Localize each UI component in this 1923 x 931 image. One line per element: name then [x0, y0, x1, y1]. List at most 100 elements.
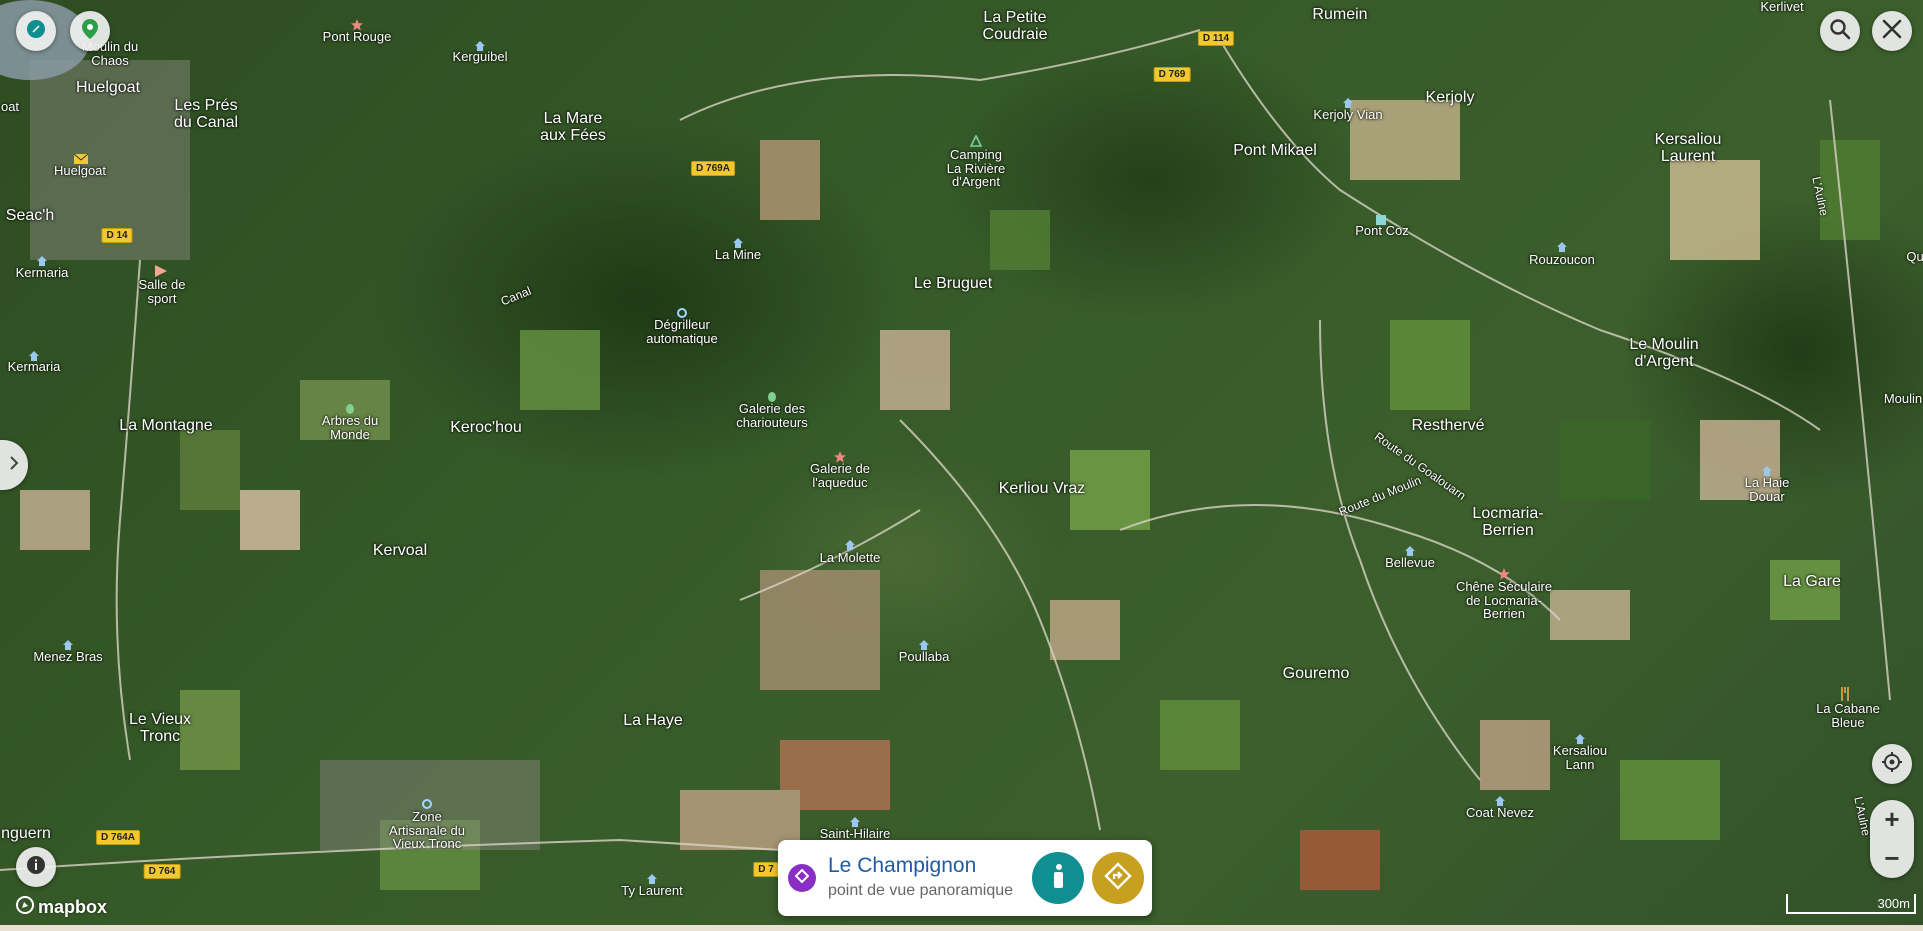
place-label[interactable]: Salle de sport [139, 278, 186, 305]
mapbox-logo[interactable]: mapbox [16, 896, 107, 919]
place-label[interactable]: Huelgoat [76, 79, 140, 97]
location-pin-button[interactable] [70, 11, 110, 51]
place-label[interactable]: Galerie de l'aqueduc [810, 462, 870, 489]
place-label[interactable]: Huelgoat [54, 164, 106, 178]
place-label[interactable]: Kermaria [16, 266, 69, 280]
place-label[interactable]: Pont Mikael [1233, 142, 1317, 160]
chevron-right-icon [9, 455, 19, 475]
place-label[interactable]: Saint-Hilaire [820, 827, 891, 841]
place-label[interactable]: Poullaba [899, 650, 950, 664]
place-label[interactable]: Les Prés du Canal [174, 97, 238, 132]
place-label[interactable]: La Haie Douar [1745, 476, 1790, 503]
road-shield: D 764 [143, 864, 181, 879]
place-label[interactable]: Coat Nevez [1466, 806, 1534, 820]
leaf-icon[interactable] [344, 402, 356, 414]
place-label[interactable]: Kervoal [373, 542, 427, 560]
satellite-map[interactable]: Pont Rouge Kerguibel Moulin du Chaos Huel… [0, 0, 1923, 931]
house-icon[interactable] [646, 872, 658, 884]
house-icon[interactable] [1404, 544, 1416, 556]
place-label[interactable]: La Haye [623, 712, 683, 730]
place-label[interactable]: La Cabane Bleue [1816, 702, 1880, 729]
place-label[interactable]: Camping La Rivière d'Argent [947, 148, 1006, 189]
place-label[interactable]: Ty Laurent [621, 884, 682, 898]
place-label[interactable]: Zone Artisanale du Vieux Tronc [389, 810, 465, 851]
place-label[interactable]: Pont Coz [1355, 224, 1408, 238]
place-label[interactable]: Pont Rouge [323, 30, 392, 44]
place-label[interactable]: La Mine [715, 248, 761, 262]
place-label[interactable]: Le Bruguet [914, 275, 992, 293]
mail-icon[interactable] [73, 151, 89, 164]
place-label[interactable]: oat [1, 100, 19, 114]
house-icon[interactable] [849, 815, 861, 827]
star-icon[interactable] [834, 450, 846, 463]
place-label[interactable]: La Gare [1783, 573, 1841, 591]
gear-icon[interactable] [421, 797, 433, 809]
house-icon[interactable] [1494, 794, 1506, 806]
place-label[interactable]: La Molette [820, 551, 881, 565]
map-pin-icon [81, 18, 99, 45]
place-label[interactable]: Menez Bras [33, 650, 102, 664]
gear-icon[interactable] [676, 306, 688, 318]
place-card[interactable]: Le Champignon point de vue panoramique [778, 840, 1152, 916]
place-label[interactable]: Kersaliou Lann [1553, 744, 1607, 771]
house-icon[interactable] [474, 39, 486, 51]
square-icon[interactable] [1376, 212, 1388, 225]
place-label[interactable]: Gouremo [1283, 665, 1350, 683]
search-button[interactable] [1820, 11, 1860, 51]
place-subtitle: point de vue panoramique [828, 882, 1014, 899]
place-label[interactable]: Qu [1906, 250, 1923, 264]
place-label[interactable]: La Mare aux Fées [540, 110, 606, 145]
place-label[interactable]: Kersaliou Laurent [1655, 131, 1722, 166]
place-label[interactable]: Arbres du Monde [322, 414, 378, 441]
house-icon[interactable] [918, 638, 930, 650]
place-label[interactable]: Le Vieux Tronc [129, 711, 191, 746]
leaf-icon[interactable] [766, 390, 778, 402]
place-label[interactable]: Resthervé [1412, 417, 1485, 435]
place-label[interactable]: Kerlivet [1760, 0, 1803, 14]
fork-knife-icon[interactable] [1840, 687, 1852, 701]
road-shield: D 769 [1153, 67, 1191, 82]
place-label[interactable]: Moulin [1884, 392, 1922, 406]
house-icon[interactable] [1342, 96, 1354, 108]
place-label[interactable]: Le Moulin d'Argent [1629, 336, 1698, 371]
star-icon[interactable] [1498, 567, 1510, 580]
house-icon[interactable] [1761, 464, 1773, 476]
directions-button[interactable] [1092, 852, 1144, 904]
close-button[interactable] [1872, 11, 1912, 51]
zoom-in-button[interactable]: + [1870, 800, 1914, 839]
compass-button[interactable] [16, 11, 56, 51]
scale-label: 300m [1877, 896, 1910, 911]
place-label[interactable]: Locmaria- Berrien [1472, 505, 1543, 540]
place-label[interactable]: Kerjoly [1426, 89, 1475, 107]
mapbox-icon [16, 896, 34, 919]
place-label[interactable]: Bellevue [1385, 556, 1435, 570]
star-icon[interactable] [351, 18, 363, 31]
place-label[interactable]: Kermaria [8, 360, 61, 374]
zoom-out-button[interactable]: − [1870, 839, 1914, 878]
place-label[interactable]: Chêne Séculaire de Locmaria- Berrien [1456, 580, 1552, 621]
house-icon[interactable] [36, 254, 48, 266]
place-label[interactable]: La Montagne [119, 417, 212, 435]
tent-icon[interactable] [969, 134, 983, 147]
place-label[interactable]: Kerjoly Vian [1313, 108, 1382, 122]
house-icon[interactable] [1574, 732, 1586, 744]
place-label[interactable]: Galerie des chariouteurs [736, 402, 808, 429]
house-icon[interactable] [844, 538, 856, 550]
place-label[interactable]: Kerliou Vraz [999, 480, 1086, 498]
place-label[interactable]: nguern [1, 825, 51, 843]
geolocate-button[interactable] [1872, 744, 1912, 784]
house-icon[interactable] [28, 349, 40, 361]
place-label[interactable]: La Petite Coudraie [983, 9, 1048, 44]
place-label[interactable]: Rouzoucon [1529, 253, 1595, 267]
triangle-icon[interactable] [154, 264, 167, 277]
place-label[interactable]: Kerguibel [453, 50, 508, 64]
place-label[interactable]: Rumein [1312, 6, 1367, 24]
house-icon[interactable] [62, 638, 74, 650]
house-icon[interactable] [732, 236, 744, 248]
place-label[interactable]: Dégrilleur automatique [646, 318, 718, 345]
place-info-button[interactable] [1032, 852, 1084, 904]
place-label[interactable]: Seac'h [6, 207, 54, 225]
info-button[interactable] [16, 847, 56, 887]
house-icon[interactable] [1556, 240, 1568, 252]
place-label[interactable]: Keroc'hou [450, 419, 522, 437]
